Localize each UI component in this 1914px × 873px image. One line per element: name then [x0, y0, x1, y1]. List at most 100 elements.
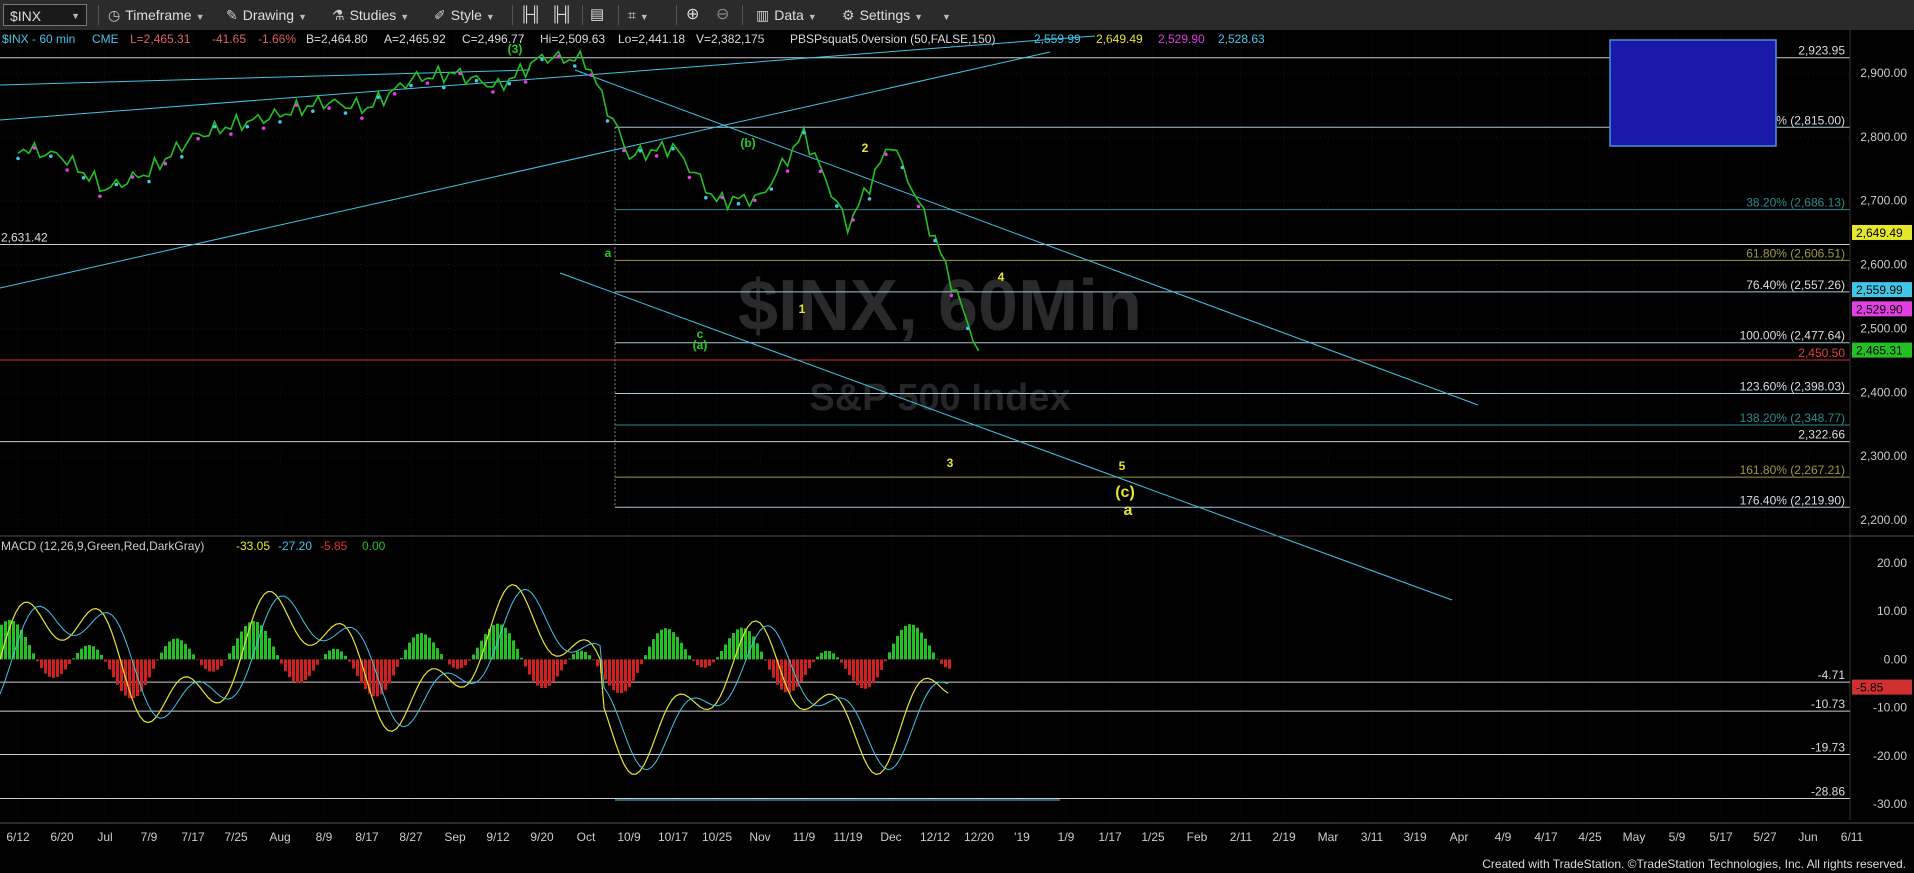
price-bar-marker: [327, 106, 331, 110]
macd-values: -33.05 -27.20 -5.85 0.00: [236, 539, 386, 553]
macd-histogram-bar: [188, 648, 191, 660]
target-box-b[interactable]: [1609, 39, 1777, 147]
pencil-icon: ✎: [226, 7, 238, 23]
macd-histogram-bar: [312, 659, 315, 671]
macd-histogram-bar: [912, 624, 915, 660]
price-level-label: 2,322.66: [1798, 428, 1845, 442]
macd-histogram-bar: [632, 659, 635, 681]
macd-histogram-bar: [944, 659, 947, 668]
macd-histogram-bar: [60, 659, 63, 674]
chevron-down-icon: ▼: [914, 12, 924, 22]
bar-chart-toggle-icon[interactable]: ╟╢: [551, 4, 572, 26]
style-menu[interactable]: ✐ Style ▼: [434, 4, 495, 26]
macd-histogram-bar: [316, 659, 319, 665]
chevron-down-icon: ▼: [485, 12, 495, 22]
price-bar-marker: [147, 179, 151, 184]
macd-histogram-bar: [284, 659, 287, 672]
macd-histogram-bar: [540, 659, 543, 688]
price-level-label: 2,923.95: [1798, 44, 1845, 58]
price-bar-marker: [687, 175, 692, 180]
time-tick-label: 8/9: [316, 830, 333, 844]
macd-histogram-bar: [728, 638, 731, 660]
gear-icon: ⚙: [842, 7, 855, 23]
macd-histogram-bar: [720, 650, 723, 660]
bar-chart-icon[interactable]: ╟╢: [520, 4, 541, 26]
macd-histogram-bar: [384, 659, 387, 690]
macd-histogram-bar: [96, 649, 99, 660]
settings-menu[interactable]: ⚙ Settings ▼: [842, 4, 923, 26]
macd-histogram-bar: [300, 659, 303, 683]
fib-level-label: 138.20% (2,348.77): [1740, 411, 1845, 425]
macd-histogram-bar: [620, 659, 623, 694]
macd-histogram-bar: [872, 659, 875, 684]
price-axis: 2,900.00 2,800.00 2,700.00 2,600.00 2,500.00…: [1852, 66, 1912, 527]
header-low: Lo=2,441.18: [618, 32, 685, 46]
macd-histogram-bar: [700, 659, 703, 668]
toolbar-overflow-icon[interactable]: ▼: [938, 4, 951, 26]
price-tick-label: 2,600.00: [1860, 258, 1907, 272]
macd-histogram-bar: [204, 659, 207, 670]
zoom-in-icon[interactable]: ⊕: [686, 4, 699, 26]
price-bar-marker: [392, 91, 397, 96]
macd-histogram-bar: [756, 643, 759, 660]
macd-level-label: -4.71: [1818, 668, 1846, 682]
study-value: 2,529.90: [1158, 32, 1205, 46]
macd-histogram-bar: [568, 658, 571, 660]
macd-histogram-bar: [408, 642, 411, 660]
price-level-label: 2,631.42: [1, 231, 48, 245]
price-bar-marker: [720, 195, 724, 200]
data-menu[interactable]: ▥ Data ▼: [756, 4, 817, 26]
layout-icon[interactable]: ▤: [590, 4, 604, 26]
zoom-out-icon[interactable]: ⊖: [716, 4, 729, 26]
macd-histogram-bar: [924, 638, 927, 660]
macd-histogram-bar: [56, 659, 59, 677]
toolbar-divider: [582, 5, 583, 25]
macd-tick-label: -10.00: [1873, 701, 1907, 715]
macd-histogram-bar: [224, 659, 227, 661]
price-tag-label: 2,465.31: [1856, 344, 1903, 358]
price-bar-marker: [130, 175, 135, 179]
macd-histogram-bar: [64, 659, 67, 670]
time-tick-label: Apr: [1450, 830, 1469, 844]
macd-histogram-bar: [160, 652, 163, 660]
macd-histogram-bar: [596, 659, 599, 667]
macd-histogram-bar: [848, 659, 851, 676]
drawing-menu[interactable]: ✎ Drawing ▼: [226, 4, 307, 26]
macd-histogram-bar: [836, 657, 839, 660]
symbol-input[interactable]: $INX ▼: [3, 4, 87, 26]
price-bar-marker: [442, 85, 446, 90]
macd-histogram-bar: [448, 659, 451, 665]
macd-histogram-bar: [764, 659, 767, 661]
macd-histogram-bar: [532, 659, 535, 681]
macd-histogram-bar: [724, 644, 727, 660]
macd-histogram-bar: [536, 659, 539, 686]
price-chart[interactable]: $INX - 60 min CME L=2,465.31 -41.65 -1.6…: [0, 30, 1914, 873]
macd-histogram-bar: [668, 629, 671, 660]
macd-tick-label: 0.00: [1884, 652, 1908, 666]
macd-histogram-bar: [868, 659, 871, 688]
macd-histogram-bar: [332, 648, 335, 660]
wave-label: 5: [1119, 459, 1126, 473]
macd-histogram-bar: [456, 659, 459, 669]
time-tick-label: 1/25: [1141, 830, 1165, 844]
price-level-label: 2,450.50: [1798, 346, 1845, 360]
time-tick-label: 5/17: [1709, 830, 1733, 844]
crosshair-icon[interactable]: ⌗ ▼: [628, 4, 649, 26]
macd-tag-label: -5.85: [1856, 681, 1884, 695]
chevron-down-icon: ▼: [400, 12, 410, 22]
price-bar-marker: [229, 132, 233, 136]
price-bar-marker: [949, 293, 954, 298]
price-tick-label: 2,200.00: [1860, 513, 1907, 527]
symbol-dropdown-icon[interactable]: ▼: [71, 5, 80, 27]
timeframe-menu[interactable]: ◷ Timeframe ▼: [108, 4, 205, 26]
macd-histogram-bar: [772, 659, 775, 678]
drawing-label: Drawing: [242, 7, 295, 23]
header-last: L=2,465.31: [130, 32, 191, 46]
price-bar-marker: [573, 64, 577, 68]
macd-histogram-bar: [896, 635, 899, 660]
macd-tick-label: 10.00: [1877, 604, 1907, 618]
macd-histogram-bar: [68, 659, 71, 664]
studies-menu[interactable]: ⚗ Studies ▼: [332, 4, 409, 26]
macd-value: -5.85: [320, 539, 348, 553]
macd-histogram-bar: [280, 659, 283, 664]
